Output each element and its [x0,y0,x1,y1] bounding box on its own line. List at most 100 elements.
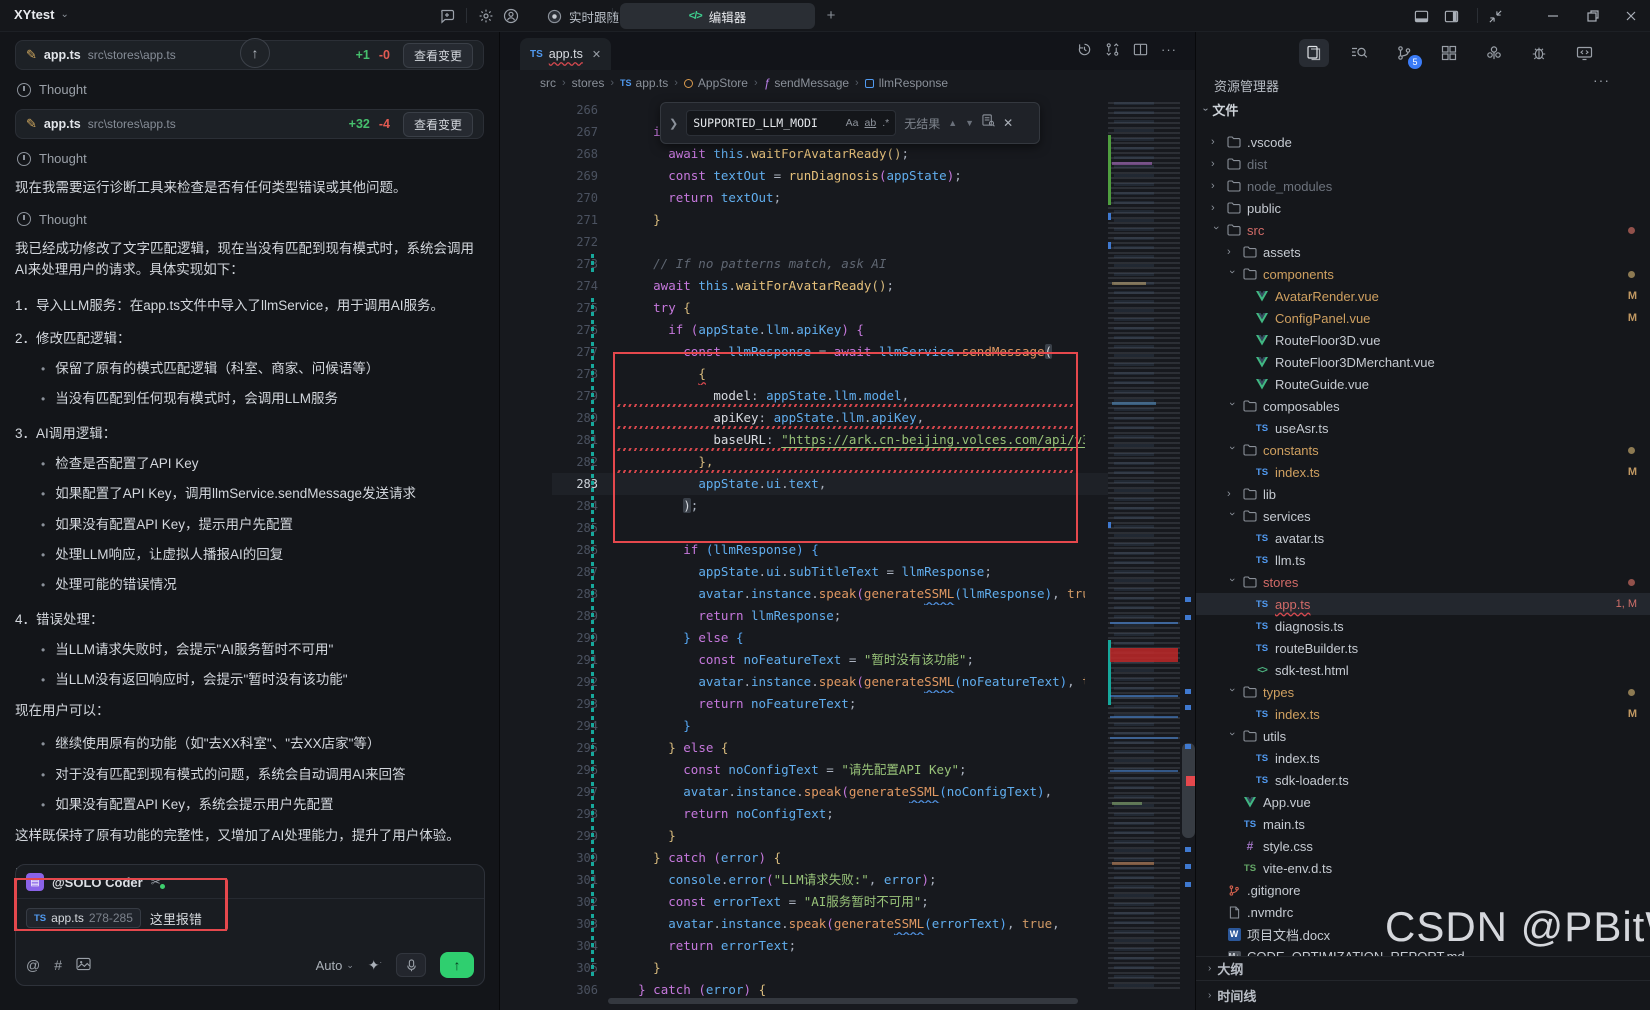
explorer-section-files[interactable]: › 文件 [1204,100,1238,119]
file-context-chip[interactable]: TS app.ts 278-285 [26,908,141,928]
breadcrumb-item[interactable]: src [540,76,556,90]
match-case-toggle[interactable]: Aa [846,117,859,129]
code-line-299[interactable]: 299 } [500,825,1195,847]
tree-folder-src[interactable]: ›src [1196,219,1650,241]
tree-folder-utils[interactable]: ›utils [1196,725,1650,747]
tree-file-.gitignore[interactable]: .gitignore [1196,879,1650,901]
tree-file-avatar.ts[interactable]: TSavatar.ts [1196,527,1650,549]
expand-replace-icon[interactable]: ❯ [669,117,678,130]
code-line-296[interactable]: 296 const noConfigText = "请先配置API Key"; [500,759,1195,781]
split-editor-icon[interactable] [1133,42,1148,62]
toggle-right-panel-icon[interactable] [1434,0,1468,32]
tree-file-sdk-loader.ts[interactable]: TSsdk-loader.ts [1196,769,1650,791]
code-line-280[interactable]: 280 apiKey: appState.llm.apiKey, [500,407,1195,429]
toggle-bottom-panel-icon[interactable] [1404,0,1438,32]
horizontal-scrollbar[interactable] [608,998,1078,1004]
code-line-286[interactable]: 286 if (llmResponse) { [500,539,1195,561]
tree-file-diagnosis.ts[interactable]: TSdiagnosis.ts [1196,615,1650,637]
voice-input-button[interactable] [396,953,426,977]
tree-file-App.vue[interactable]: App.vue [1196,791,1650,813]
tree-file-main.ts[interactable]: TSmain.ts [1196,813,1650,835]
breadcrumb[interactable]: src›stores›TSapp.ts›AppStore›ƒsendMessag… [540,70,948,96]
extensions-icon[interactable] [1434,39,1464,67]
find-previous-icon[interactable]: ▲ [948,118,957,128]
maximize-button[interactable] [1576,0,1610,32]
tools-status-icon[interactable]: ✂ [151,875,161,889]
code-line-295[interactable]: 295 } else { [500,737,1195,759]
code-line-282[interactable]: 282 }, [500,451,1195,473]
tree-folder-stores[interactable]: ›stores [1196,571,1650,593]
collapse-window-icon[interactable] [1478,0,1512,32]
search-icon[interactable] [1344,39,1374,67]
files-icon[interactable] [1299,39,1329,67]
code-line-283[interactable]: 283 appState.ui.text, [500,473,1195,495]
code-line-290[interactable]: 290 } else { [500,627,1195,649]
code-line-302[interactable]: 302 const errorText = "AI服务暂时不可用"; [500,891,1195,913]
scroll-up-button[interactable]: ↑ [240,38,270,68]
account-icon[interactable] [502,7,520,25]
whole-word-toggle[interactable]: ab [865,117,877,129]
breadcrumb-item[interactable]: AppStore [698,76,748,90]
tree-folder-assets[interactable]: ›assets [1196,241,1650,263]
code-line-288[interactable]: 288 avatar.instance.speak(generateSSML(l… [500,583,1195,605]
find-next-icon[interactable]: ▼ [965,118,974,128]
project-tree-icon[interactable] [1479,39,1509,67]
source-control-icon[interactable]: 5 [1389,39,1419,67]
code-line-269[interactable]: 269 const textOut = runDiagnosis(appStat… [500,165,1195,187]
changed-file-card[interactable]: ✎app.tssrc\stores\app.ts+32-4查看变更 [15,109,484,139]
breadcrumb-item[interactable]: sendMessage [774,76,849,90]
code-line-292[interactable]: 292 avatar.instance.speak(generateSSML(n… [500,671,1195,693]
chat-input-box[interactable]: ▤ @SOLO Coder ✂ TS app.ts 278-285 这里报错 @… [15,864,485,986]
view-changes-button[interactable]: 查看变更 [403,112,473,137]
tree-folder-composables[interactable]: ›composables [1196,395,1650,417]
settings-gear-icon[interactable] [477,7,495,25]
code-line-291[interactable]: 291 const noFeatureText = "暂时没有该功能"; [500,649,1195,671]
tree-file-RouteFloor3D.vue[interactable]: RouteFloor3D.vue [1196,329,1650,351]
code-line-274[interactable]: 274 await this.waitForAvatarReady(); [500,275,1195,297]
code-line-276[interactable]: 276 if (appState.llm.apiKey) { [500,319,1195,341]
more-actions-icon[interactable]: ··· [1161,42,1177,62]
code-line-271[interactable]: 271 } [500,209,1195,231]
code-line-298[interactable]: 298 return noConfigText; [500,803,1195,825]
tab-editor[interactable]: </> 编辑器 [620,3,815,29]
overview-ruler[interactable] [1182,96,1195,1010]
thought-row[interactable]: Thought [17,82,484,97]
code-line-293[interactable]: 293 return noFeatureText; [500,693,1195,715]
code-line-281[interactable]: 281 baseURL: "https://ark.cn-beijing.vol… [500,429,1195,451]
image-attach-icon[interactable] [76,957,91,974]
tree-file-vite-env.d.ts[interactable]: TSvite-env.d.ts [1196,857,1650,879]
tree-file-RouteGuide.vue[interactable]: RouteGuide.vue [1196,373,1650,395]
compare-changes-icon[interactable] [1105,42,1120,62]
scrollbar-thumb[interactable] [1182,743,1195,838]
hash-icon[interactable]: # [54,957,62,973]
tree-folder-dist[interactable]: ›dist [1196,153,1650,175]
close-button[interactable] [1614,0,1648,32]
enhance-sparkle-icon[interactable]: ✦· [368,957,382,974]
tree-folder-lib[interactable]: ›lib [1196,483,1650,505]
tree-file-index.ts[interactable]: TSindex.tsM [1196,703,1650,725]
code-line-285[interactable]: 285 [500,517,1195,539]
regex-toggle[interactable]: .* [882,117,889,129]
find-in-selection-icon[interactable] [982,114,995,132]
code-line-294[interactable]: 294 } [500,715,1195,737]
new-chat-icon[interactable] [438,7,456,25]
tree-file-index.ts[interactable]: TSindex.ts [1196,747,1650,769]
mode-selector[interactable]: Auto⌄ [316,958,354,973]
breadcrumb-item[interactable]: app.ts [636,76,669,90]
tree-folder-node_modules[interactable]: ›node_modules [1196,175,1650,197]
code-line-279[interactable]: 279 model: appState.llm.model, [500,385,1195,407]
code-line-304[interactable]: 304 return errorText; [500,935,1195,957]
code-line-303[interactable]: 303 avatar.instance.speak(generateSSML(e… [500,913,1195,935]
tree-folder-services[interactable]: ›services [1196,505,1650,527]
breadcrumb-item[interactable]: stores [572,76,605,90]
mention-icon[interactable]: @ [26,957,40,973]
thought-row[interactable]: Thought [17,151,484,166]
find-input[interactable]: SUPPORTED_LLM_MODI Aa ab .* [686,110,896,136]
thought-row[interactable]: Thought [17,212,484,227]
tree-file-style.css[interactable]: #style.css [1196,835,1650,857]
code-line-301[interactable]: 301 console.error("LLM请求失败:", error); [500,869,1195,891]
tree-file-useAsr.ts[interactable]: TSuseAsr.ts [1196,417,1650,439]
code-line-275[interactable]: 275 try { [500,297,1195,319]
find-widget[interactable]: ❯ SUPPORTED_LLM_MODI Aa ab .* 无结果 ▲ ▼ ✕ [660,102,1040,144]
code-line-300[interactable]: 300 } catch (error) { [500,847,1195,869]
